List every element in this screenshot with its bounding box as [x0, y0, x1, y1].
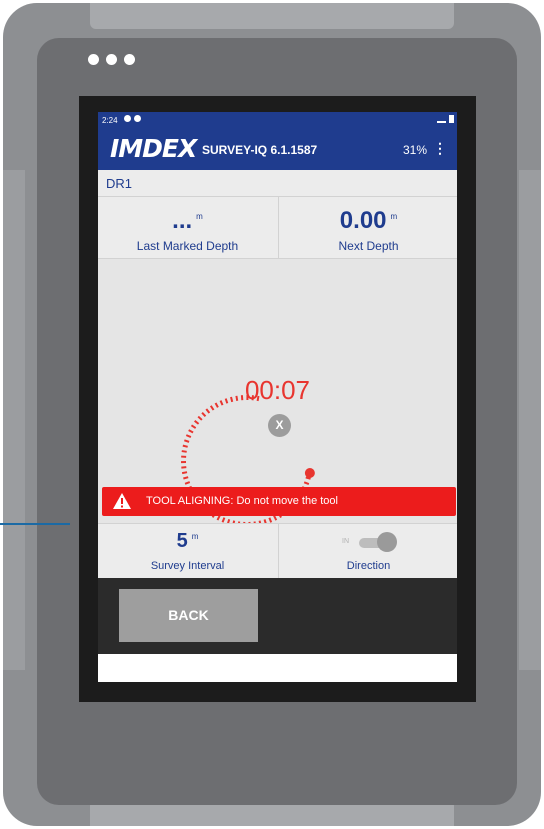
timer-tick	[216, 515, 221, 521]
next-depth-label: Next Depth	[338, 239, 399, 253]
indicator-light	[106, 54, 117, 65]
back-button[interactable]: BACK	[119, 589, 258, 642]
callout-line	[0, 523, 70, 525]
timer-tick	[184, 481, 191, 485]
overflow-menu-icon[interactable]: ⋮	[433, 140, 447, 157]
timer-progress-end-marker	[304, 467, 315, 478]
timer-tick	[221, 517, 226, 523]
next-depth-number: 0.00	[339, 207, 387, 234]
device-bumper-top	[90, 3, 454, 29]
survey-interval-number: 5	[176, 530, 188, 552]
timer-tick	[268, 517, 273, 523]
last-marked-depth-label: Last Marked Depth	[136, 239, 239, 253]
direction-toggle-label: IN	[342, 538, 349, 545]
timer-tick	[181, 471, 188, 475]
survey-settings-row: 5m Survey Interval IN Direction	[98, 523, 457, 578]
battery-icon	[449, 115, 454, 123]
last-marked-depth-value: ... m	[98, 207, 277, 235]
timer-countdown: 00:07	[244, 375, 311, 405]
survey-interval-label: Survey Interval	[150, 560, 225, 572]
alert-message: TOOL ALIGNING: Do not move the tool	[146, 495, 338, 507]
alignment-progress-area: 00:07 X TOOL ALIGNING: Do not move the t…	[98, 259, 457, 524]
timer-tick	[197, 415, 203, 421]
last-marked-depth-number: ...	[172, 207, 193, 234]
device-indicator-lights	[88, 54, 135, 65]
alert-banner: TOOL ALIGNING: Do not move the tool	[102, 487, 456, 516]
timer-tick	[201, 411, 207, 417]
timer-tick	[188, 429, 194, 434]
status-system-icons	[437, 115, 454, 123]
direction-toggle-thumb[interactable]	[377, 532, 397, 552]
system-nav-area	[98, 654, 457, 682]
next-depth-unit: m	[390, 212, 398, 221]
device-bumper-left	[3, 170, 25, 670]
timer-tick	[181, 450, 187, 453]
warning-icon	[113, 493, 131, 509]
indicator-light	[88, 54, 99, 65]
drill-header: DR1	[98, 170, 457, 197]
depth-row: ... m Last Marked Depth 0.00 m Next Depth	[98, 197, 457, 259]
timer-tick	[184, 439, 190, 443]
timer-tick	[181, 466, 187, 469]
next-depth-cell: 0.00 m Next Depth	[278, 197, 457, 258]
timer-tick	[185, 434, 192, 439]
drill-name: DR1	[106, 176, 133, 191]
device-bumper-right	[519, 170, 541, 670]
app-bar: 2:24 IMDEX SURVEY-IQ 6.1.1587 31% ⋮	[98, 112, 457, 170]
timer-tick	[190, 424, 197, 429]
last-marked-depth-unit: m	[196, 212, 203, 221]
settings-notification-icon	[134, 115, 141, 122]
timer-tick	[182, 444, 188, 448]
signal-icon	[437, 115, 446, 123]
direction-label: Direction	[346, 560, 391, 572]
direction-cell: IN Direction	[278, 524, 457, 578]
status-notification-icons	[124, 115, 141, 122]
cancel-alignment-button[interactable]: X	[268, 414, 291, 437]
survey-interval-cell[interactable]: 5m Survey Interval	[98, 524, 277, 578]
app-screen: 2:24 IMDEX SURVEY-IQ 6.1.1587 31% ⋮ DR1 …	[98, 112, 457, 682]
indicator-light	[124, 54, 135, 65]
timer-tick	[209, 405, 215, 411]
survey-interval-unit: m	[191, 532, 199, 542]
next-depth-value: 0.00 m	[279, 207, 457, 235]
status-time: 2:24	[102, 116, 118, 125]
timer-tick	[273, 515, 278, 521]
imdex-logo: IMDEX	[110, 134, 197, 163]
timer-tick	[183, 476, 189, 480]
survey-interval-value: 5m	[98, 530, 277, 553]
action-footer: BACK	[98, 578, 457, 654]
battery-percentage: 31%	[402, 143, 427, 157]
timer-tick	[205, 408, 211, 414]
app-title: SURVEY-IQ 6.1.1587	[202, 143, 318, 157]
timer-tick	[194, 420, 200, 425]
notification-icon	[124, 115, 131, 122]
timer-tick	[303, 481, 310, 485]
last-marked-depth-cell: ... m Last Marked Depth	[98, 197, 277, 258]
